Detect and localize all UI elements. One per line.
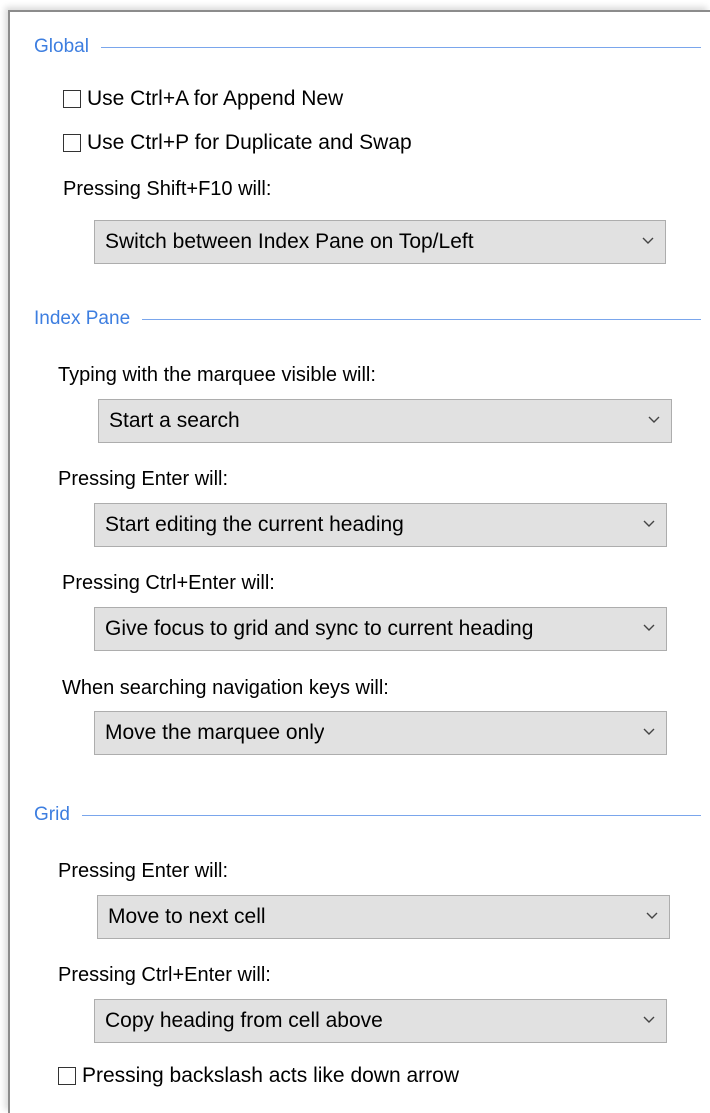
chevron-down-icon — [648, 416, 660, 423]
index-ctrl-enter-label: Pressing Ctrl+Enter will: — [62, 572, 275, 594]
section-divider — [81, 814, 701, 816]
chevron-down-icon — [642, 237, 654, 244]
append-new-checkbox[interactable] — [63, 90, 81, 108]
grid-ctrl-enter-value: Copy heading from cell above — [105, 1009, 383, 1032]
section-global-label: Global — [34, 36, 89, 57]
searching-value: Move the marquee only — [105, 721, 325, 744]
backslash-checkbox[interactable] — [58, 1067, 76, 1085]
duplicate-swap-option[interactable]: Use Ctrl+P for Duplicate and Swap — [63, 131, 412, 155]
typing-select[interactable]: Start a search — [98, 399, 672, 443]
duplicate-swap-label: Use Ctrl+P for Duplicate and Swap — [87, 131, 412, 154]
backslash-label: Pressing backslash acts like down arrow — [82, 1064, 459, 1087]
grid-enter-select[interactable]: Move to next cell — [97, 895, 670, 939]
grid-ctrl-enter-label: Pressing Ctrl+Enter will: — [58, 964, 271, 986]
index-ctrl-enter-select[interactable]: Give focus to grid and sync to current h… — [94, 607, 667, 651]
typing-label: Typing with the marquee visible will: — [58, 364, 376, 386]
chevron-down-icon — [643, 520, 655, 527]
section-grid-label: Grid — [34, 804, 70, 825]
duplicate-swap-checkbox[interactable] — [63, 134, 81, 152]
shift-f10-select[interactable]: Switch between Index Pane on Top/Left — [94, 220, 666, 264]
section-title-global: Global — [34, 36, 701, 58]
grid-enter-label: Pressing Enter will: — [58, 860, 229, 882]
chevron-down-icon — [643, 624, 655, 631]
searching-select[interactable]: Move the marquee only — [94, 711, 667, 755]
section-divider — [100, 46, 701, 48]
append-new-label: Use Ctrl+A for Append New — [87, 87, 344, 110]
chevron-down-icon — [643, 728, 655, 735]
section-title-grid: Grid — [34, 804, 701, 826]
chevron-down-icon — [643, 1016, 655, 1023]
grid-ctrl-enter-select[interactable]: Copy heading from cell above — [94, 999, 667, 1043]
chevron-down-icon — [646, 912, 658, 919]
shift-f10-label: Pressing Shift+F10 will: — [63, 178, 272, 200]
options-panel — [8, 10, 710, 1113]
section-title-index-pane: Index Pane — [34, 308, 701, 330]
grid-enter-value: Move to next cell — [108, 905, 266, 928]
append-new-option[interactable]: Use Ctrl+A for Append New — [63, 87, 343, 111]
typing-value: Start a search — [109, 409, 240, 432]
index-enter-label: Pressing Enter will: — [58, 468, 229, 490]
index-enter-select[interactable]: Start editing the current heading — [94, 503, 667, 547]
searching-label: When searching navigation keys will: — [62, 677, 389, 699]
section-index-pane-label: Index Pane — [34, 308, 131, 329]
index-enter-value: Start editing the current heading — [105, 513, 404, 536]
section-divider — [142, 318, 701, 320]
index-ctrl-enter-value: Give focus to grid and sync to current h… — [105, 617, 534, 640]
shift-f10-value: Switch between Index Pane on Top/Left — [105, 230, 474, 253]
backslash-option[interactable]: Pressing backslash acts like down arrow — [58, 1064, 459, 1088]
